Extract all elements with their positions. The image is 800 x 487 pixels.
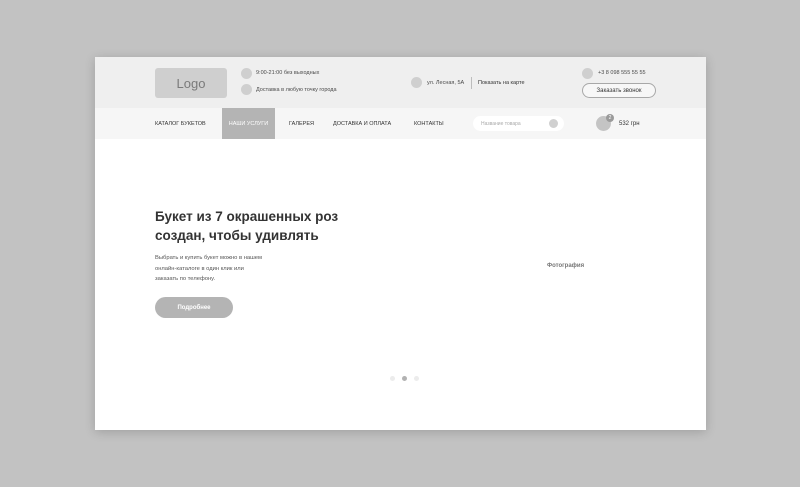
nav-item-contacts[interactable]: КОНТАКТЫ [414, 108, 444, 139]
logo[interactable]: Logo [155, 68, 227, 98]
photo-placeholder: Фотография [547, 263, 585, 269]
hero-title-line-2: создан, чтобы удивлять [155, 228, 319, 243]
search-icon[interactable] [549, 119, 558, 128]
phone-number[interactable]: +3 8 098 555 55 55 [598, 70, 646, 76]
search-input[interactable] [481, 116, 541, 131]
callback-button[interactable]: Заказать звонок [582, 83, 656, 98]
hero-description-line-2: онлайн-каталоге в один клик или [155, 265, 244, 272]
details-button[interactable]: Подробнее [155, 297, 233, 318]
nav-item-catalog[interactable]: КАТАЛОГ БУКЕТОВ [155, 108, 206, 139]
show-on-map-link[interactable]: Показать на карте [478, 80, 525, 86]
top-bar: Logo 9:00-21:00 без выходных Доставка в … [95, 57, 706, 108]
hero-description: Выбрать и купить букет можно в нашем онл… [155, 253, 295, 285]
nav-item-delivery[interactable]: ДОСТАВКА И ОПЛАТА [333, 108, 391, 139]
nav-item-services[interactable]: НАШИ УСЛУГИ [222, 108, 275, 139]
hero-description-line-1: Выбрать и купить букет можно в нашем [155, 255, 262, 261]
nav-item-gallery[interactable]: ГАЛЕРЕЯ [289, 108, 314, 139]
delivery-icon [241, 84, 252, 95]
cart-total[interactable]: 532 грн [619, 121, 640, 127]
slider-dot-3[interactable] [414, 376, 419, 381]
cart-count-badge: 2 [606, 114, 614, 122]
clock-icon [241, 68, 252, 79]
search-box [473, 116, 564, 131]
hero-title-line-1: Букет из 7 окрашенных роз [155, 209, 339, 224]
page-frame: Logo 9:00-21:00 без выходных Доставка в … [95, 57, 706, 430]
phone-icon [582, 68, 593, 79]
location-icon [411, 77, 422, 88]
hero-title: Букет из 7 окрашенных роз создан, чтобы … [155, 207, 385, 245]
slider-dot-1[interactable] [390, 376, 395, 381]
delivery-info: Доставка в любую точку города [256, 87, 337, 93]
hero-description-line-3: заказать по телефону. [155, 276, 216, 282]
divider [471, 77, 472, 89]
working-hours: 9:00-21:00 без выходных [256, 70, 320, 76]
address: ул. Лесная, 5А [427, 80, 465, 86]
slider-dot-2[interactable] [402, 376, 407, 381]
